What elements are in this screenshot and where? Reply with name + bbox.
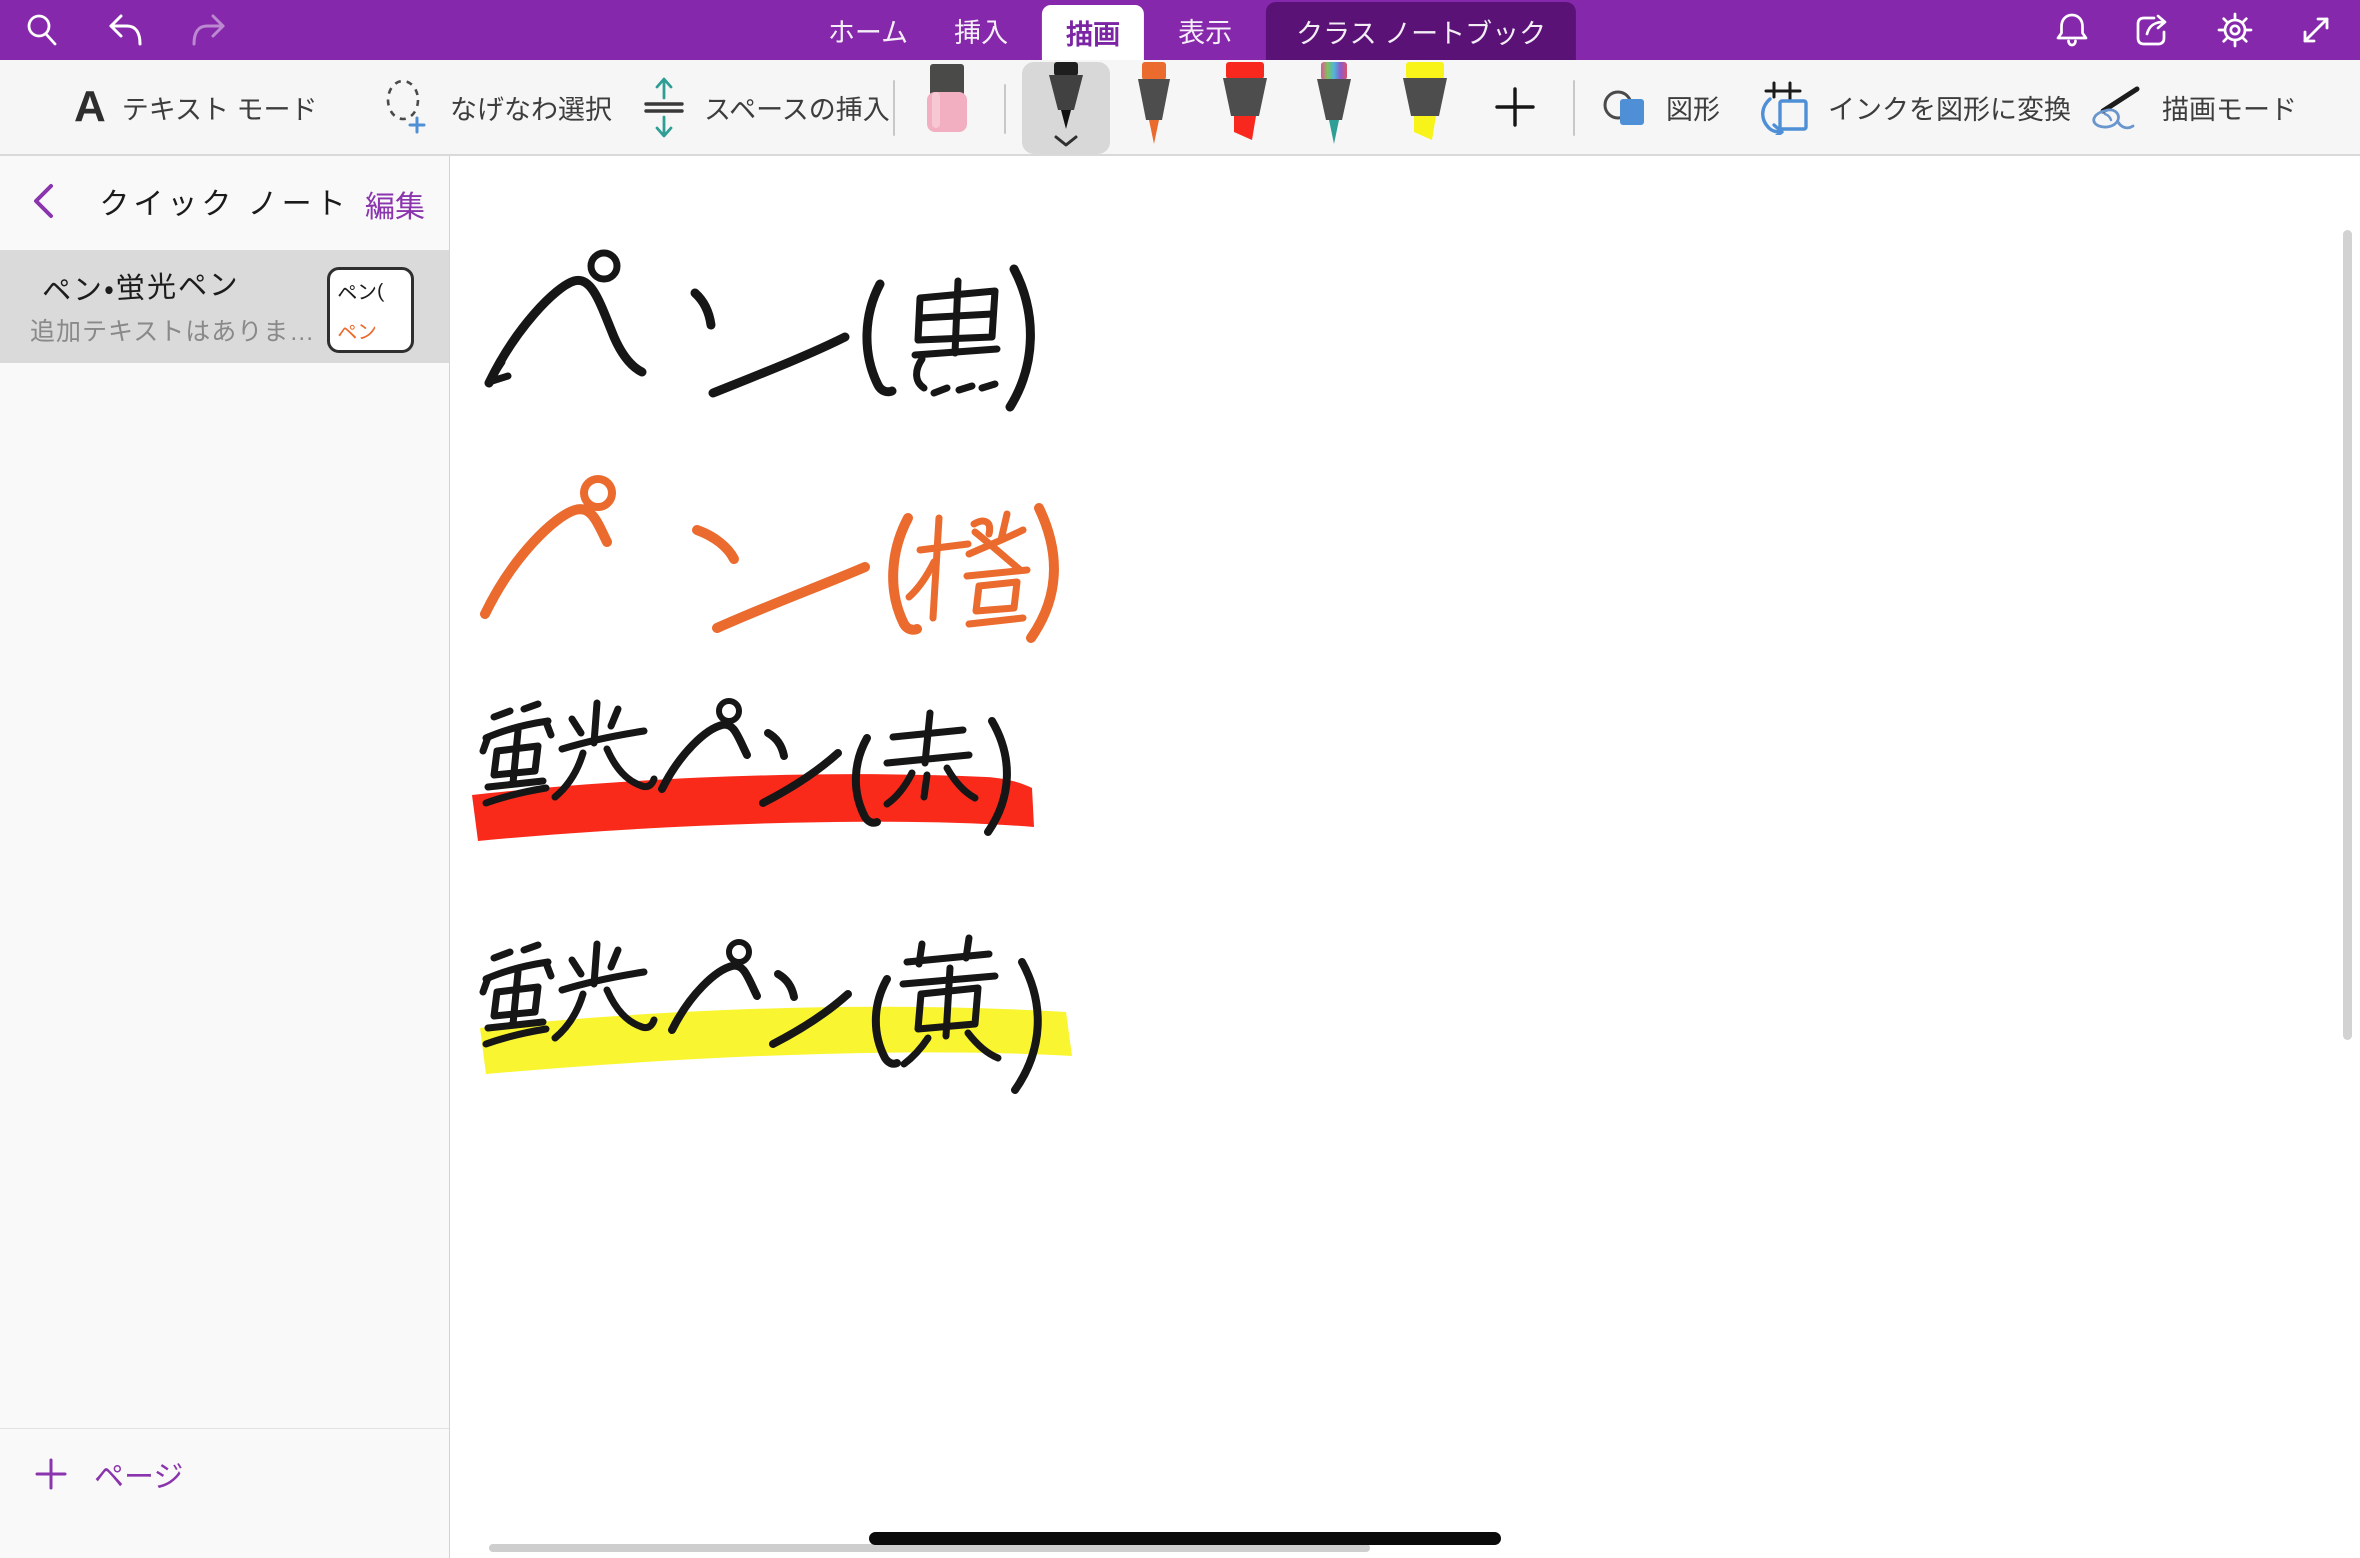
orange-pen-icon <box>1130 62 1178 150</box>
plus-icon <box>34 1457 68 1491</box>
rainbow-pen-tool[interactable] <box>1310 62 1358 155</box>
insert-space-icon <box>640 76 688 138</box>
red-highlighter-icon <box>1218 62 1272 150</box>
sidebar-footer-divider <box>0 1428 449 1429</box>
page-subtitle: 追加テキストはありま… <box>30 312 315 348</box>
tab-draw[interactable]: 描画 <box>1042 5 1144 60</box>
redo-icon <box>190 13 228 47</box>
eraser-icon <box>922 62 972 136</box>
ink-line-pen-black <box>471 241 1051 431</box>
thumbnail-ink-black: ペン( <box>336 274 385 306</box>
tab-insert[interactable]: 挿入 <box>942 0 1020 60</box>
toolbar-divider <box>1573 80 1575 136</box>
vertical-scrollbar[interactable] <box>2343 230 2352 1040</box>
tab-class-notebook[interactable]: クラス ノートブック <box>1266 2 1576 60</box>
thumbnail-ink-orange: ペン <box>336 315 378 347</box>
expand-icon <box>2298 12 2334 48</box>
lasso-select-label: なげなわ選択 <box>450 88 612 127</box>
draw-mode-icon <box>2086 81 2146 133</box>
ribbon-tab-bar: ホーム 挿入 描画 表示 クラス ノートブック <box>816 0 1576 60</box>
settings-button[interactable] <box>2216 11 2254 49</box>
toolbar-divider <box>893 80 895 136</box>
home-indicator[interactable] <box>869 1532 1501 1545</box>
add-page-label: ページ <box>94 1452 183 1496</box>
ink-line-highlighter-yellow <box>466 926 1106 1106</box>
notifications-button[interactable] <box>2054 11 2090 49</box>
text-mode-icon: A <box>74 85 106 129</box>
topbar-right-icons <box>2054 0 2334 60</box>
edit-button[interactable]: 編集 <box>365 182 425 226</box>
chevron-down-icon <box>1053 134 1079 148</box>
insert-space-label: スペースの挿入 <box>704 88 890 127</box>
page-thumbnail: ペン( ペン <box>327 267 414 353</box>
red-highlighter-tool[interactable] <box>1218 62 1272 155</box>
toolbar-divider <box>1004 84 1006 134</box>
text-mode-label: テキスト モード <box>122 88 318 127</box>
add-page-button[interactable]: ページ <box>34 1452 183 1496</box>
lasso-select-icon <box>384 78 434 136</box>
yellow-highlighter-tool[interactable] <box>1398 62 1452 155</box>
ink-to-shape-icon <box>1756 79 1812 135</box>
rainbow-pen-icon <box>1310 62 1358 150</box>
redo-button[interactable] <box>190 13 228 47</box>
plus-icon <box>1492 84 1538 130</box>
search-button[interactable] <box>24 12 60 48</box>
draw-mode-button[interactable]: 描画モード <box>2086 60 2297 154</box>
topbar-left-icons <box>24 0 228 60</box>
ink-strokes <box>485 479 1054 638</box>
share-icon <box>2134 12 2172 48</box>
undo-button[interactable] <box>106 13 144 47</box>
ink-line-highlighter-red <box>466 691 1086 861</box>
ink-to-shape-button[interactable]: インクを図形に変換 <box>1756 60 2071 154</box>
lasso-select-button[interactable]: なげなわ選択 <box>384 60 612 154</box>
black-pen-tool-selected[interactable] <box>1022 62 1110 154</box>
tab-view[interactable]: 表示 <box>1166 0 1244 60</box>
add-pen-button[interactable] <box>1492 84 1538 135</box>
note-canvas[interactable] <box>451 156 2360 1558</box>
red-highlight-band <box>472 774 1034 841</box>
undo-icon <box>106 13 144 47</box>
tab-home[interactable]: ホーム <box>816 0 920 60</box>
horizontal-scrollbar[interactable] <box>489 1544 1370 1552</box>
shapes-icon <box>1602 83 1650 131</box>
page-list-item-selected[interactable]: ペン・蛍光ペン 追加テキストはありま… ペン( ペン <box>0 250 449 363</box>
eraser-tool[interactable] <box>922 62 972 141</box>
orange-pen-tool[interactable] <box>1130 62 1178 155</box>
insert-space-button[interactable]: スペースの挿入 <box>640 60 890 154</box>
page-list-sidebar: クイック ノート 編集 ペン・蛍光ペン 追加テキストはありま… ペン( ペン ペ… <box>0 156 450 1558</box>
fullscreen-button[interactable] <box>2298 12 2334 48</box>
gear-icon <box>2216 11 2254 49</box>
text-mode-button[interactable]: A テキスト モード <box>74 60 317 154</box>
bell-icon <box>2054 11 2090 49</box>
ink-line-pen-orange <box>471 466 1071 661</box>
ink-to-shape-label: インクを図形に変換 <box>1828 88 2071 127</box>
page-title: ペン・蛍光ペン <box>41 261 240 310</box>
top-app-bar: ホーム 挿入 描画 表示 クラス ノートブック <box>0 0 2360 60</box>
ink-strokes <box>489 253 1030 407</box>
draw-mode-label: 描画モード <box>2162 88 2297 127</box>
share-button[interactable] <box>2134 12 2172 48</box>
yellow-highlighter-icon <box>1398 62 1452 150</box>
sidebar-header: クイック ノート 編集 <box>0 156 449 246</box>
shapes-button[interactable]: 図形 <box>1602 60 1720 154</box>
search-icon <box>24 12 60 48</box>
black-pen-icon <box>1040 62 1092 132</box>
shapes-label: 図形 <box>1666 88 1720 127</box>
draw-toolbar: A テキスト モード なげなわ選択 スペースの挿入 <box>0 60 2360 156</box>
onenote-app-window: ホーム 挿入 描画 表示 クラス ノートブック <box>0 0 2360 1558</box>
